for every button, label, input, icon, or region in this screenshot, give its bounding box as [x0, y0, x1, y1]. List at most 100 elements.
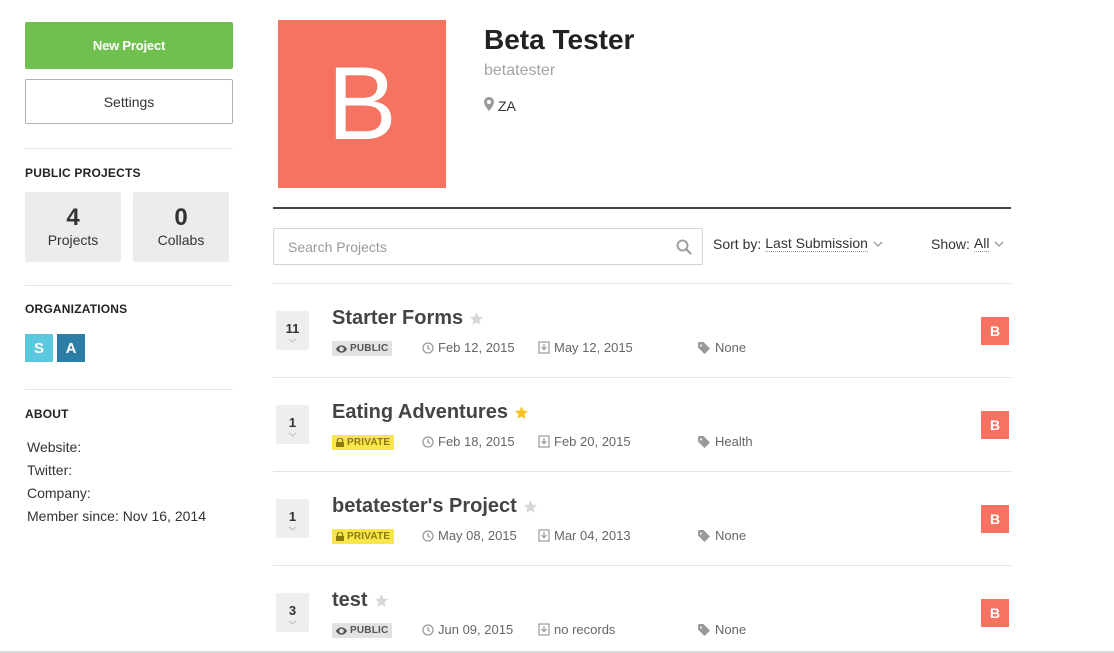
last-submission: no records [538, 622, 615, 637]
visibility-text: PRIVATE [347, 437, 391, 448]
created-date-text: May 08, 2015 [438, 528, 517, 543]
location-text: ZA [498, 97, 516, 114]
project-title[interactable]: Eating Adventures [332, 401, 529, 424]
owner-avatar[interactable]: B [981, 411, 1009, 439]
last-submission-text: no records [554, 622, 616, 637]
tag-icon [698, 623, 710, 636]
profile-username: betatester [484, 62, 556, 79]
created-date: Jun 09, 2015 [422, 622, 513, 637]
avatar-letter: B [327, 46, 397, 162]
search-box [273, 228, 703, 265]
project-tag[interactable]: Health [698, 434, 753, 449]
clock-icon [422, 435, 434, 448]
project-name[interactable]: test [332, 589, 368, 612]
visibility-badge: PUBLIC [332, 341, 393, 356]
organization-badge-s[interactable]: S [25, 334, 53, 362]
project-row: 1 Eating Adventures PRIVATE Feb 18, 2015… [273, 377, 1011, 471]
organization-badge-a[interactable]: A [57, 334, 85, 362]
owner-avatar[interactable]: B [981, 505, 1009, 533]
sort-dropdown[interactable]: Last Submission [765, 235, 868, 252]
project-row: 3 test PUBLIC Jun 09, 2015 no records No… [273, 565, 1011, 653]
star-icon[interactable] [514, 405, 529, 420]
visibility-text: PUBLIC [350, 625, 389, 636]
last-submission: May 12, 2015 [538, 340, 633, 355]
tag-text: None [715, 528, 747, 543]
created-date-text: Feb 12, 2015 [438, 340, 515, 355]
search-input[interactable] [288, 238, 666, 255]
owner-avatar[interactable]: B [981, 317, 1009, 345]
project-title[interactable]: betatester's Project [332, 495, 538, 518]
project-tag[interactable]: None [698, 528, 746, 543]
tag-text: None [715, 622, 747, 637]
map-pin-icon [484, 97, 494, 114]
last-submission-text: Mar 04, 2013 [554, 528, 631, 543]
projects-count: 4 [66, 204, 80, 231]
profile-location: ZA [484, 97, 516, 114]
project-tag[interactable]: None [698, 340, 746, 355]
divider [25, 148, 233, 149]
eye-icon [336, 344, 347, 353]
star-icon[interactable] [374, 593, 389, 608]
project-title[interactable]: Starter Forms [332, 307, 484, 330]
project-meta: PUBLIC Jun 09, 2015 no records None [332, 622, 992, 638]
chevron-down-icon[interactable] [873, 241, 883, 247]
last-submission-text: Feb 20, 2015 [554, 434, 631, 449]
organizations-list: S A [25, 334, 233, 362]
form-count-icon[interactable]: 11 [276, 311, 309, 350]
sort-label: Sort by: [713, 235, 762, 252]
settings-button[interactable]: Settings [25, 79, 233, 124]
project-name[interactable]: Starter Forms [332, 307, 463, 330]
form-count-icon[interactable]: 1 [276, 405, 309, 444]
collabs-count: 0 [174, 204, 188, 231]
collabs-stat[interactable]: 0 Collabs [133, 192, 229, 262]
project-name[interactable]: Eating Adventures [332, 401, 508, 424]
clock-icon [422, 623, 434, 636]
divider [25, 285, 233, 286]
project-row: 1 betatester's Project PRIVATE May 08, 2… [273, 471, 1011, 565]
profile-name: Beta Tester [484, 24, 635, 55]
created-date-text: Feb 18, 2015 [438, 434, 515, 449]
show-label: Show: [931, 235, 970, 252]
form-count: 1 [288, 415, 297, 430]
submission-icon [538, 623, 550, 636]
project-title[interactable]: test [332, 589, 389, 612]
eye-icon [336, 626, 347, 635]
new-project-button[interactable]: New Project [25, 22, 233, 69]
tag-icon [698, 435, 710, 448]
tag-text: Health [715, 434, 753, 449]
form-count: 3 [288, 603, 297, 618]
sort-control: Sort by: Last Submission [713, 235, 883, 252]
header-divider [273, 207, 1011, 209]
form-count-icon[interactable]: 1 [276, 499, 309, 538]
last-submission: Feb 20, 2015 [538, 434, 631, 449]
form-count: 1 [288, 509, 297, 524]
project-meta: PUBLIC Feb 12, 2015 May 12, 2015 None [332, 340, 992, 356]
about-company: Company: [27, 485, 91, 501]
submission-icon [538, 341, 550, 354]
projects-stat[interactable]: 4 Projects [25, 192, 121, 262]
star-icon[interactable] [523, 499, 538, 514]
star-icon[interactable] [469, 311, 484, 326]
sidebar: New Project Settings PUBLIC PROJECTS 4 P… [25, 22, 233, 531]
project-list: 11 Starter Forms PUBLIC Feb 12, 2015 May… [273, 283, 1011, 653]
visibility-text: PRIVATE [347, 531, 391, 542]
form-count: 11 [285, 321, 300, 336]
chevron-down-icon[interactable] [994, 241, 1004, 247]
show-control: Show: All [931, 235, 1004, 252]
owner-avatar[interactable]: B [981, 599, 1009, 627]
search-icon[interactable] [666, 229, 702, 264]
lock-icon [336, 438, 344, 447]
tag-icon [698, 529, 710, 542]
visibility-text: PUBLIC [350, 343, 389, 354]
collabs-label: Collabs [157, 232, 205, 248]
tag-icon [698, 341, 710, 354]
show-dropdown[interactable]: All [973, 235, 990, 252]
clock-icon [422, 341, 434, 354]
profile-avatar: B [278, 20, 446, 188]
project-name[interactable]: betatester's Project [332, 495, 517, 518]
form-count-icon[interactable]: 3 [276, 593, 309, 632]
visibility-badge: PRIVATE [332, 435, 395, 450]
created-date: Feb 18, 2015 [422, 434, 515, 449]
project-tag[interactable]: None [698, 622, 746, 637]
divider [25, 389, 233, 390]
